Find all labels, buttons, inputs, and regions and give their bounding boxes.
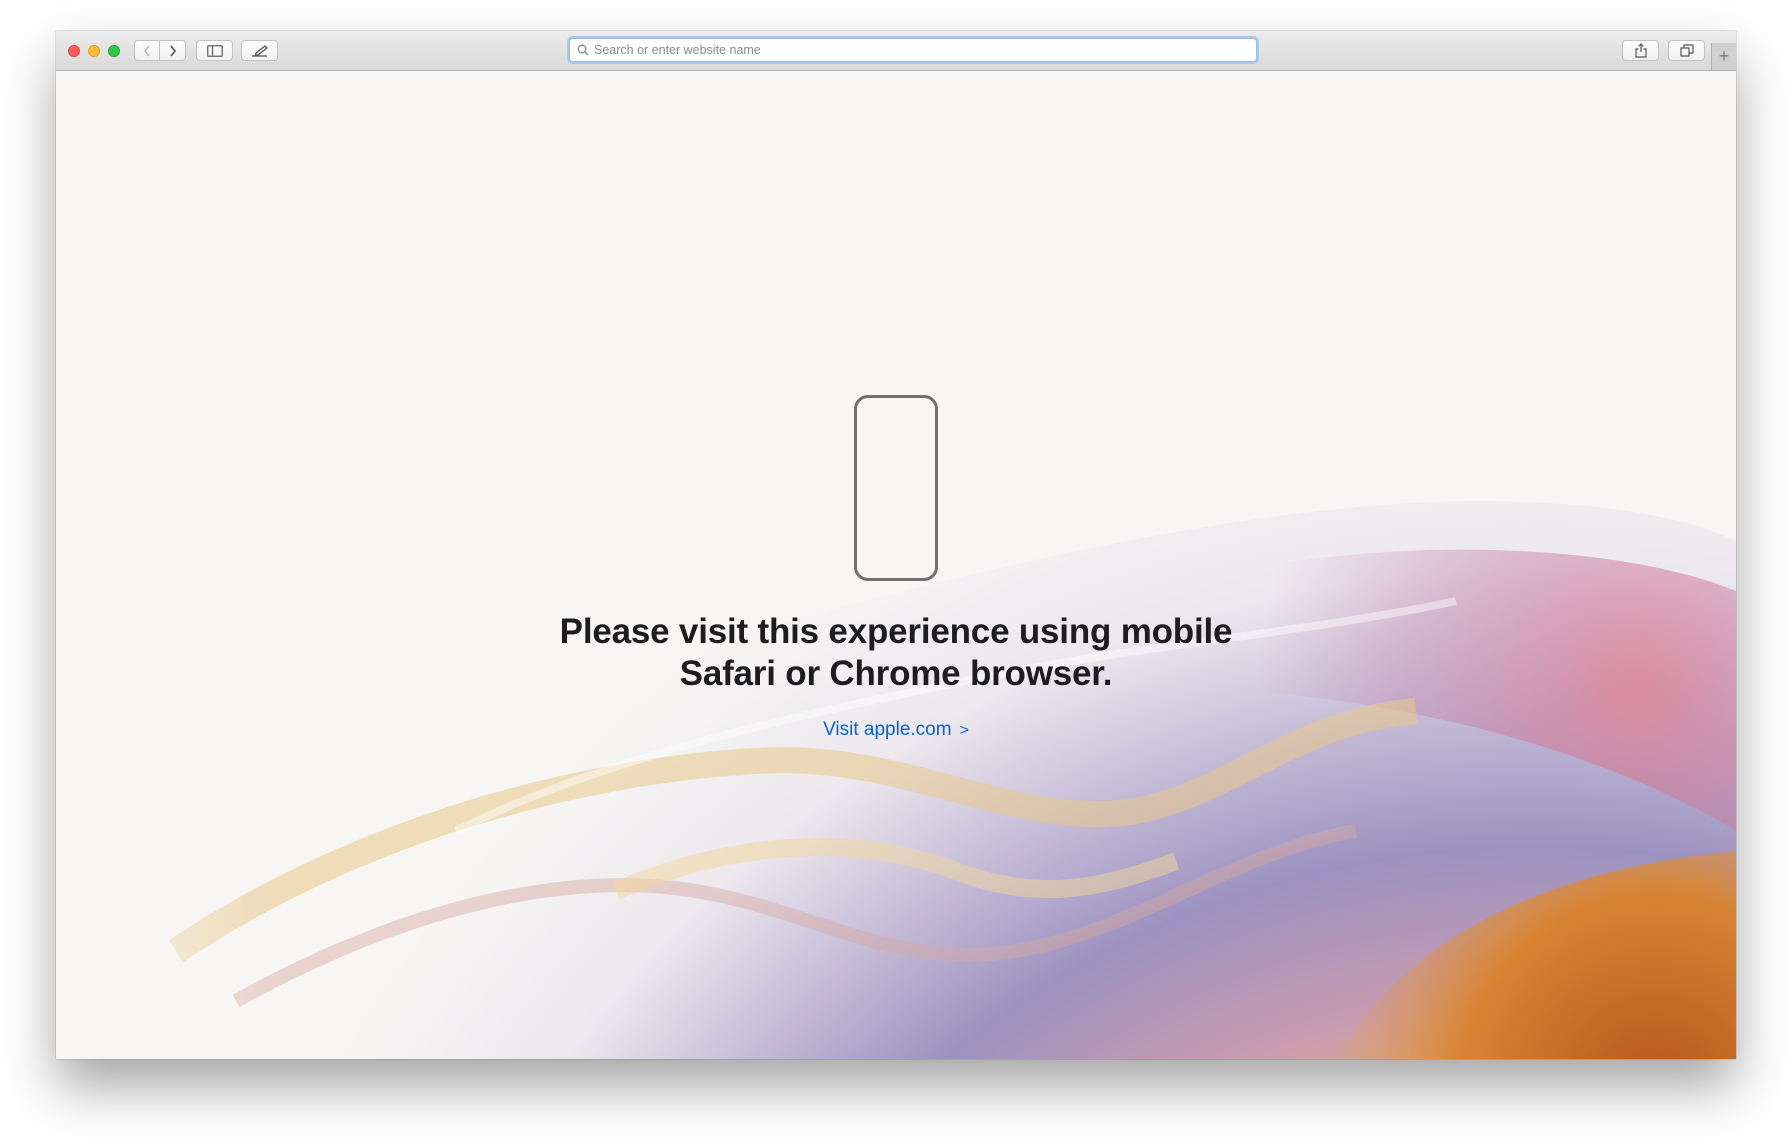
sidebar-icon	[206, 44, 223, 57]
new-tab-button[interactable]: +	[1711, 43, 1736, 70]
visit-apple-link[interactable]: Visit apple.com >	[796, 719, 996, 741]
search-icon	[577, 44, 589, 56]
browser-toolbar: +	[56, 31, 1736, 71]
show-all-tabs-button[interactable]	[1668, 40, 1705, 61]
headline-line-1: Please visit this experience using mobil…	[559, 612, 1233, 651]
tabs-overview-icon	[1679, 44, 1694, 57]
sidebar-toggle-button[interactable]	[196, 40, 233, 61]
chevron-right-icon: >	[959, 722, 969, 739]
pencil-icon	[251, 45, 268, 57]
headline-line-2: Safari or Chrome browser.	[679, 654, 1113, 693]
close-window-button[interactable]	[68, 45, 80, 57]
fullscreen-window-button[interactable]	[108, 45, 120, 57]
page-headline: Please visit this experience using mobil…	[396, 611, 1396, 695]
minimize-window-button[interactable]	[88, 45, 100, 57]
phone-outline-icon	[854, 395, 938, 581]
back-button[interactable]	[134, 40, 160, 61]
chevron-right-icon	[169, 45, 176, 56]
share-button[interactable]	[1622, 40, 1659, 61]
forward-button[interactable]	[160, 40, 186, 61]
address-input[interactable]	[594, 43, 1256, 57]
address-bar[interactable]	[569, 38, 1257, 62]
compose-button[interactable]	[241, 40, 278, 61]
browser-window: +	[56, 31, 1736, 1059]
chevron-left-icon	[143, 45, 150, 56]
visit-apple-link-text: Visit apple.com	[823, 719, 952, 740]
share-icon	[1634, 43, 1647, 58]
web-page-content: Please visit this experience using mobil…	[56, 71, 1736, 1059]
